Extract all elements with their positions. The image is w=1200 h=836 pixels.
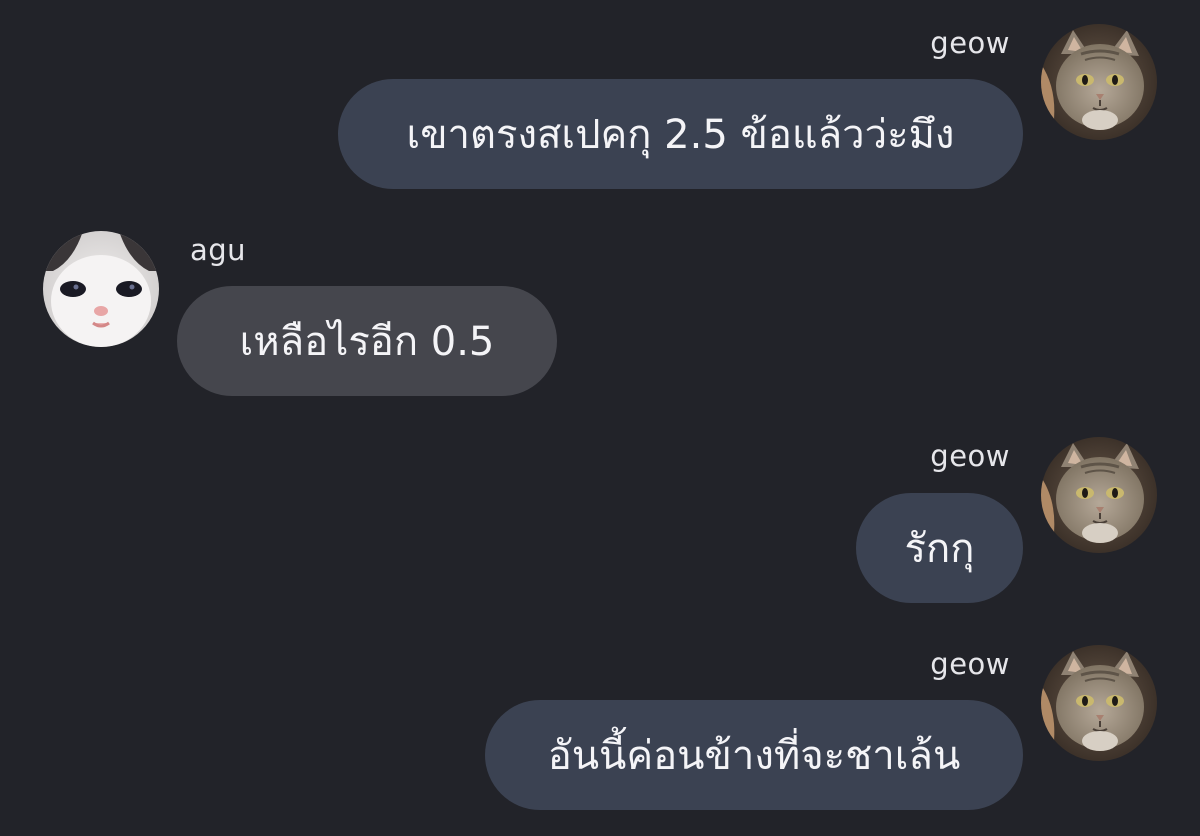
message-text: รักกุ [904,526,975,572]
message-text: เขาตรงสเปคกุ 2.5 ข้อแล้วว่ะมึง [406,112,955,158]
message-bubble[interactable]: เหลือไรอีก 0.5 [177,286,557,396]
white-kitten-avatar-icon[interactable] [43,231,159,347]
sender-name: geow [930,439,1010,473]
message-bubble[interactable]: อันนี้ค่อนข้างที่จะชาเล้น [485,700,1023,810]
tabby-cat-avatar-icon[interactable] [1041,645,1157,761]
message-text: อันนี้ค่อนข้างที่จะชาเล้น [547,733,961,779]
message-bubble[interactable]: เขาตรงสเปคกุ 2.5 ข้อแล้วว่ะมึง [338,79,1023,189]
tabby-cat-avatar-icon[interactable] [1041,437,1157,553]
sender-name: geow [930,26,1010,60]
message-text: เหลือไรอีก 0.5 [239,319,495,365]
sender-name: agu [190,233,247,267]
chat-thread: geow เขาตรงสเปคกุ 2.5 ข้อแล้วว่ะมึง agu … [0,0,1200,836]
tabby-cat-avatar-icon[interactable] [1041,24,1157,140]
message-bubble[interactable]: รักกุ [856,493,1023,603]
sender-name: geow [930,647,1010,681]
